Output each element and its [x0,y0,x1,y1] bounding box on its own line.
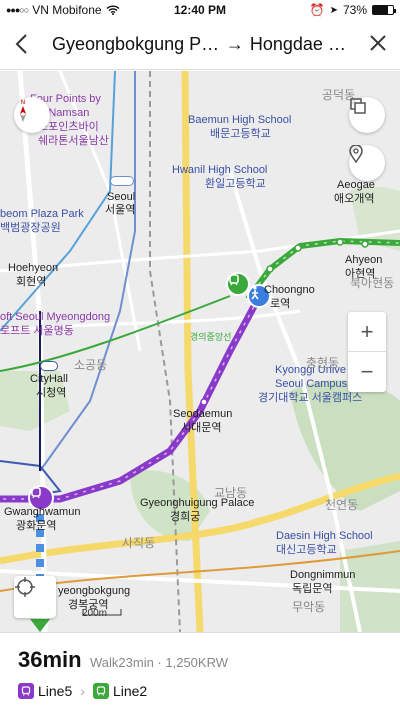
map-label[interactable]: 서울역 [105,204,135,217]
walking-person-icon [251,286,259,300]
subway-icon [31,487,41,499]
map-view[interactable]: Four Points by ton Namsan 포포인츠바이 쉐라톤서울남산… [0,71,400,632]
map-label[interactable]: 환일고등학교 [205,178,266,191]
destination-label: Hongdae St... [249,34,356,54]
map-label[interactable]: 로프트 서울명동 [0,325,74,338]
locate-me-button[interactable] [14,576,56,618]
route-summary[interactable]: 36min Walk23min · 1,250KRW Line5 › Line2 [0,632,400,711]
crosshair-icon [15,577,35,597]
map-scale: 200m [82,608,122,619]
map-label[interactable]: Choongno [264,284,315,297]
total-time: 36min [18,647,82,672]
map-label[interactable]: Dongnimmun [290,569,355,582]
map-label[interactable]: 독립문역 [292,583,332,596]
map-label: 경의중앙선 [190,332,232,342]
map-label[interactable]: Daesin High School [276,530,373,543]
map-label[interactable]: 시청역 [36,387,66,400]
map-label[interactable]: 백범광장공원 [0,222,61,235]
map-label: 교남동 [214,486,248,500]
route-title[interactable]: Gyeongbokgung Pa... → Hongdae St... [52,34,356,55]
battery-fill [373,6,388,14]
map-label: 무악동 [292,600,326,614]
zoom-control: + − [348,312,386,392]
map-label[interactable]: 배문고등학교 [210,128,271,141]
map-label: 충현동 [306,356,340,370]
line2-badge-icon [92,683,109,699]
map-label[interactable]: oft Seoul Myeongdong [0,311,110,324]
location-pin-button[interactable] [349,145,385,181]
map-label[interactable]: Aeogae [337,179,375,192]
map-label[interactable]: Baemun High School [188,114,291,127]
svg-text:N: N [21,99,26,106]
transit-lines: Line5 › Line2 [18,683,147,699]
map-label: 소공동 [74,358,108,372]
back-button[interactable] [12,31,36,59]
subway-icon [229,274,239,286]
route-detail: Walk23min · 1,250KRW [90,655,228,670]
map-label[interactable]: Seoul [107,191,135,204]
map-label[interactable]: beom Plaza Park [0,208,84,221]
map-label[interactable]: 로역 [270,298,290,311]
zoom-out-button[interactable]: − [348,352,386,392]
alarm-icon: ⏰ [309,3,325,17]
line5-badge-icon [18,683,34,699]
map-label[interactable]: yeongbokgung [58,585,130,598]
compass-icon: N [20,99,26,122]
map-label[interactable]: 애오개역 [334,193,374,206]
map-label[interactable]: 광화문역 [16,520,56,533]
layers-button[interactable] [349,97,385,133]
map-label[interactable]: 대신고등학교 [276,544,337,557]
line5-label: Line5 [38,683,73,699]
layers-icon [350,98,366,114]
battery-percent: 73% [342,3,367,17]
route-arrow: → [225,34,244,54]
map-label[interactable]: Hoehyeon [8,262,58,275]
zoom-in-button[interactable]: + [348,312,386,352]
map-label[interactable]: Ahyeon [345,254,382,267]
close-button[interactable] [366,31,390,59]
compass-button[interactable]: N [14,97,50,133]
map-label[interactable]: Hwanil High School [172,164,267,177]
battery-icon [372,5,396,15]
map-label[interactable]: 쉐라톤서울남산 [38,135,109,148]
map-label[interactable]: Seoul Campus [275,378,347,391]
map-label[interactable]: 서대문역 [181,422,221,435]
origin-label: Gyeongbokgung Pa... [52,34,220,54]
chevron-right-icon: › [80,683,85,699]
map-label[interactable]: 회현역 [16,276,46,289]
line2-label: Line2 [112,683,148,699]
map-label[interactable]: CityHall [30,373,68,386]
map-label[interactable]: 경희궁 [170,511,200,524]
status-bar: ●●●○○ VN Mobifone 12:40 PM ⏰ ➤ 73% [0,0,400,20]
cityhall-station-marker[interactable] [40,361,58,371]
map-canvas [0,71,400,632]
location-pin-icon [349,145,363,163]
seoul-station-marker[interactable] [110,176,134,186]
location-arrow-icon: ➤ [329,4,338,16]
map-label[interactable]: Seodaemun [173,408,232,421]
map-label[interactable]: 경기대학교 서울캠퍼스 [258,392,362,405]
map-label: 천연동 [325,498,359,512]
close-icon [370,35,386,51]
chevron-left-icon [15,34,27,54]
map-label: 북아현동 [350,276,395,290]
map-label: 사직동 [122,536,156,550]
route-header: Gyeongbokgung Pa... → Hongdae St... [0,20,400,70]
map-label[interactable]: Gwanghwamun [4,506,80,519]
